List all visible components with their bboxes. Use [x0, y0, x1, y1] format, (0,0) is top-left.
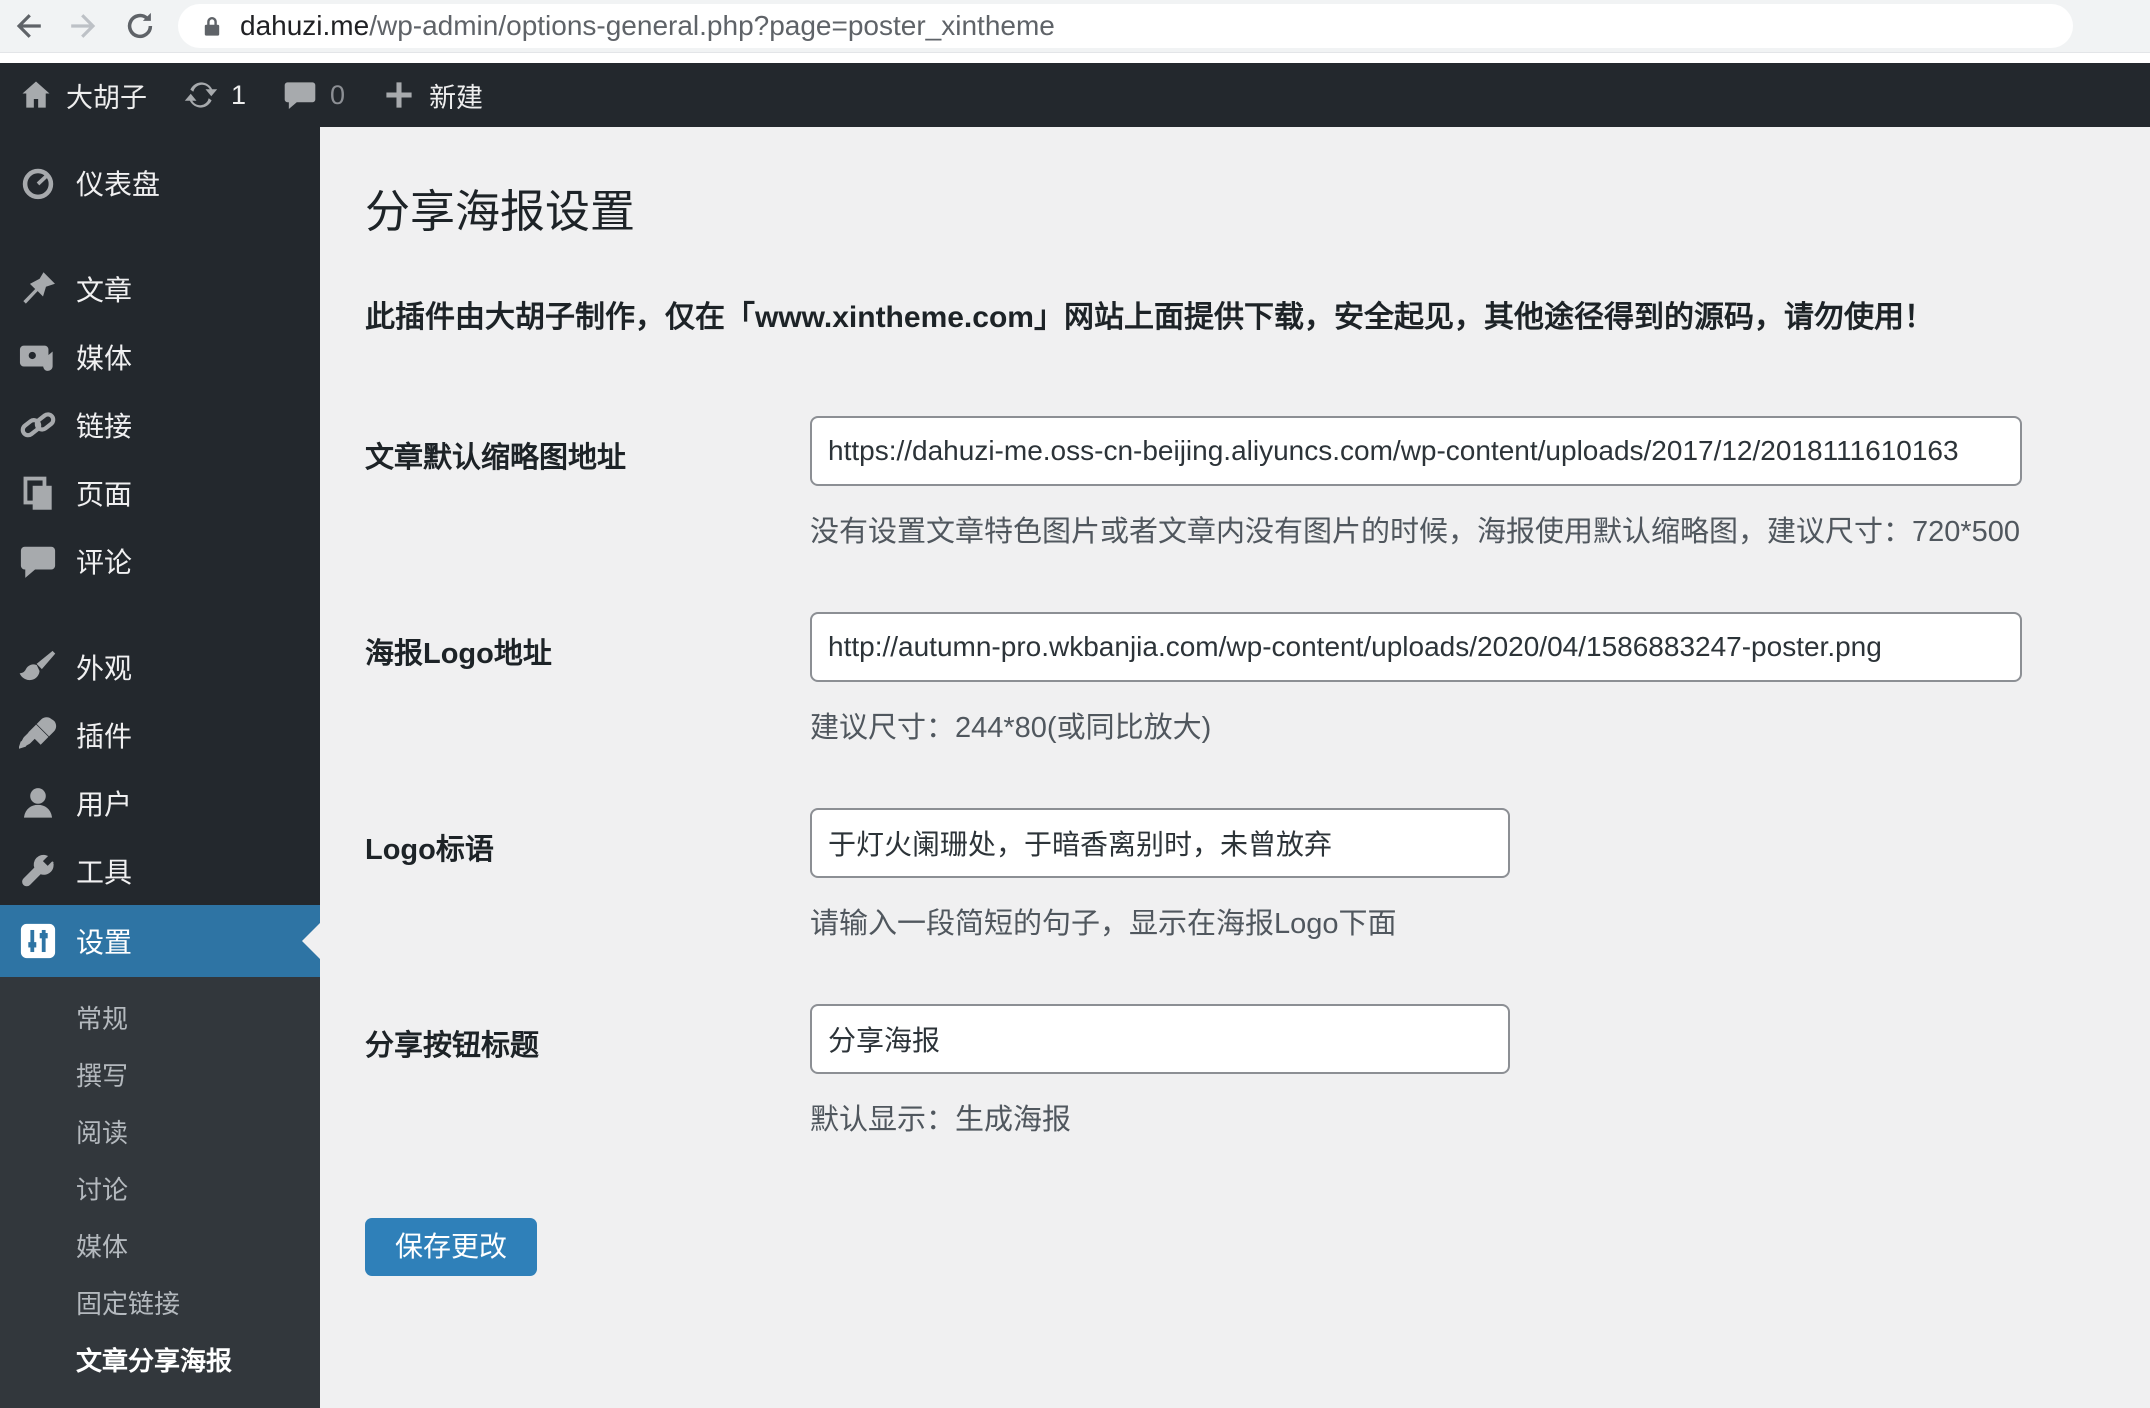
home-icon: [22, 81, 50, 108]
users-icon: [16, 781, 60, 825]
active-menu-arrow: [302, 923, 320, 959]
sidebar-item-appearance[interactable]: 外观: [0, 633, 320, 701]
back-button[interactable]: [0, 2, 56, 50]
reload-button[interactable]: [112, 2, 168, 50]
settings-submenu: 常规 撰写 阅读 讨论 媒体 固定链接 文章分享海报: [0, 977, 320, 1408]
form-row-thumbnail: 文章默认缩略图地址 没有设置文章特色图片或者文章内没有图片的时候，海报使用默认缩…: [365, 416, 2150, 550]
sidebar-item-label: 仪表盘: [76, 169, 161, 200]
sidebar-item-label: 文章: [76, 275, 133, 306]
dashboard-icon: [16, 161, 60, 205]
form-row-slogan: Logo标语 请输入一段简短的句子，显示在海报Logo下面: [365, 808, 2150, 942]
adminbar-site[interactable]: 大胡子: [0, 63, 165, 127]
comment-bubble-icon: [284, 82, 316, 110]
page-top-gap: [0, 53, 2150, 63]
wp-admin-bar: 大胡子 1 0 新建: [0, 63, 2150, 127]
url-bar[interactable]: dahuzi.me/wp-admin/options-general.php?p…: [178, 4, 2073, 48]
tools-icon: [16, 849, 60, 893]
sidebar-item-comments[interactable]: 评论: [0, 527, 320, 595]
sidebar-item-plugins[interactable]: 插件: [0, 701, 320, 769]
plugin-notice: 此插件由大胡子制作，仅在「www.xintheme.com」网站上面提供下载，安…: [365, 301, 1934, 334]
sidebar-item-links[interactable]: 链接: [0, 391, 320, 459]
menu-separator: [0, 595, 320, 633]
url-text: dahuzi.me/wp-admin/options-general.php?p…: [240, 10, 1055, 42]
forward-icon: [71, 14, 96, 38]
submenu-item-permalinks[interactable]: 固定链接: [0, 1276, 320, 1333]
sidebar-item-label: 外观: [76, 653, 133, 684]
logo-slogan-input[interactable]: [810, 808, 1510, 878]
menu-separator: [0, 217, 320, 255]
updates-icon: [184, 82, 218, 108]
plugin-icon: [16, 713, 60, 757]
field-help: 默认显示：生成海报: [810, 1104, 1072, 1136]
form-row-button-title: 分享按钮标题 默认显示：生成海报: [365, 1004, 2150, 1138]
sidebar-item-settings[interactable]: 设置: [0, 905, 320, 977]
field-label: 文章默认缩略图地址: [365, 442, 627, 474]
field-help: 建议尺寸：244*80(或同比放大): [810, 712, 1212, 744]
url-host: dahuzi.me: [240, 10, 370, 41]
main-content: 分享海报设置 此插件由大胡子制作，仅在「www.xintheme.com」网站上…: [320, 127, 2150, 1382]
sidebar-item-tools[interactable]: 工具: [0, 837, 320, 905]
thumbnail-url-input[interactable]: [810, 416, 2022, 486]
sidebar-item-dashboard[interactable]: 仪表盘: [0, 149, 320, 217]
page-title: 分享海报设置: [365, 186, 636, 237]
field-help: 没有设置文章特色图片或者文章内没有图片的时候，海报使用默认缩略图，建议尺寸：72…: [810, 516, 2021, 548]
sidebar-item-label: 插件: [76, 721, 133, 752]
pages-icon: [16, 471, 60, 515]
sidebar-item-label: 评论: [76, 547, 133, 578]
site-name: 大胡子: [66, 82, 147, 113]
submenu-item-reading[interactable]: 阅读: [0, 1105, 320, 1162]
media-icon: [16, 335, 60, 379]
sidebar-item-label: 页面: [76, 479, 133, 510]
sidebar-item-label: 设置: [76, 927, 133, 958]
adminbar-comments[interactable]: 0: [264, 63, 363, 127]
comments-icon: [16, 539, 60, 583]
submenu-item-media[interactable]: 媒体: [0, 1219, 320, 1276]
settings-form: 文章默认缩略图地址 没有设置文章特色图片或者文章内没有图片的时候，海报使用默认缩…: [365, 416, 2150, 1138]
appearance-icon: [16, 645, 60, 689]
sidebar-item-label: 媒体: [76, 343, 133, 374]
link-icon: [16, 403, 60, 447]
comment-count: 0: [330, 79, 346, 110]
plus-icon: [386, 82, 412, 108]
sidebar-item-label: 用户: [76, 789, 133, 820]
sidebar-item-users[interactable]: 用户: [0, 769, 320, 837]
pin-icon: [16, 267, 60, 311]
back-icon: [16, 14, 41, 38]
field-help: 请输入一段简短的句子，显示在海报Logo下面: [810, 908, 1397, 940]
new-label: 新建: [429, 82, 484, 113]
lock-icon: [204, 17, 220, 36]
field-label: 分享按钮标题: [365, 1030, 540, 1062]
reload-icon: [127, 12, 153, 39]
adminbar-updates[interactable]: 1: [165, 63, 264, 127]
browser-chrome: dahuzi.me/wp-admin/options-general.php?p…: [0, 0, 2150, 53]
sidebar-item-posts[interactable]: 文章: [0, 255, 320, 323]
submenu-item-writing[interactable]: 撰写: [0, 1048, 320, 1105]
adminbar-new[interactable]: 新建: [363, 63, 501, 127]
update-count: 1: [231, 79, 247, 110]
sidebar-item-label: 链接: [76, 411, 133, 442]
url-path: /wp-admin/options-general.php?page=poste…: [369, 10, 1055, 41]
sidebar-item-label: 工具: [76, 857, 133, 888]
submenu-item-poster[interactable]: 文章分享海报: [0, 1333, 320, 1390]
field-label: Logo标语: [365, 834, 494, 866]
submenu-item-discussion[interactable]: 讨论: [0, 1162, 320, 1219]
save-button[interactable]: 保存更改: [365, 1218, 538, 1276]
admin-sidebar: 仪表盘 文章 媒体 链接 页面 评论 外观 插件 用户 工具 设置 常规 撰写 …: [0, 127, 320, 1408]
settings-icon: [16, 919, 60, 963]
sidebar-item-media[interactable]: 媒体: [0, 323, 320, 391]
share-button-title-input[interactable]: [810, 1004, 1510, 1074]
field-label: 海报Logo地址: [365, 638, 552, 670]
form-row-logo: 海报Logo地址 建议尺寸：244*80(或同比放大): [365, 612, 2150, 746]
submenu-item-general[interactable]: 常规: [0, 991, 320, 1048]
sidebar-item-pages[interactable]: 页面: [0, 459, 320, 527]
logo-url-input[interactable]: [810, 612, 2022, 682]
forward-button[interactable]: [56, 2, 112, 50]
